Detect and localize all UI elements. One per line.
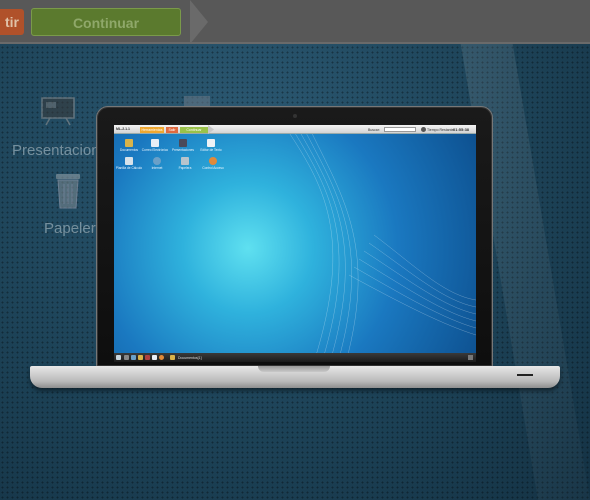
- taskbar-icon-5[interactable]: [152, 355, 157, 360]
- inner-exit-button[interactable]: Salir: [166, 126, 178, 133]
- background-top-bar: tir Continuar: [0, 0, 590, 44]
- laptop-camera: [293, 114, 297, 118]
- taskbar-icon-4[interactable]: [145, 355, 150, 360]
- desktop-icon-planilla[interactable]: Planilla de Cálculo: [114, 157, 144, 170]
- desktop-icon-papelera[interactable]: Papelera: [170, 157, 200, 170]
- inner-continue-button[interactable]: Continuar: [180, 126, 208, 133]
- laptop-base: [30, 366, 560, 388]
- laptop-screen: ML-2.1.1 Herramientas Salir Continuar Bu…: [114, 125, 476, 362]
- inner-brand: ML-2.1.1: [116, 127, 131, 131]
- inner-bar-arrow: [208, 125, 214, 134]
- laptop-lid: ML-2.1.1 Herramientas Salir Continuar Bu…: [96, 106, 493, 367]
- mail-icon: [151, 139, 159, 147]
- desktop-icon-editor[interactable]: Editor de Texto: [196, 139, 226, 152]
- desktop-icon-presentaciones[interactable]: Presentaciones: [168, 139, 198, 152]
- taskbar-icon-2[interactable]: [131, 355, 136, 360]
- taskbar-window-item[interactable]: Documentos[1]: [178, 356, 202, 360]
- desktop-icon-label: Internet: [151, 166, 163, 170]
- desktop-icon-correo[interactable]: Correo Electrónico: [140, 139, 170, 152]
- desktop-icon-label: Papelera: [178, 166, 192, 170]
- presentation-icon: [179, 139, 187, 147]
- laptop-notch: [258, 366, 330, 372]
- taskbar-icon-3[interactable]: [138, 355, 143, 360]
- desktop-icon-label: Editor de Texto: [200, 148, 222, 152]
- trash-bin-icon: [56, 174, 80, 209]
- inner-search-input[interactable]: [384, 126, 416, 132]
- start-icon[interactable]: [116, 355, 121, 360]
- desktop-icon-label: Presentaciones: [172, 148, 194, 152]
- globe-icon: [153, 157, 161, 165]
- inner-search-label: Buscar:: [368, 127, 380, 132]
- desktop-icon-label: Planilla de Cálculo: [115, 166, 143, 170]
- inner-top-bar: ML-2.1.1 Herramientas Salir Continuar Bu…: [114, 125, 476, 134]
- background-continue-button: Continuar: [31, 8, 181, 36]
- show-desktop-icon[interactable]: [468, 355, 473, 360]
- clock-icon: [421, 127, 426, 132]
- folder-icon: [125, 139, 133, 147]
- presentation-board-icon: [41, 97, 75, 126]
- access-control-icon: [209, 157, 217, 165]
- trash-icon: [181, 157, 189, 165]
- laptop-led: [517, 374, 533, 376]
- background-label-presentacion: Presentacion: [12, 142, 100, 159]
- inner-tools-button[interactable]: Herramientas: [140, 126, 164, 133]
- desktop-icon-internet[interactable]: Internet: [142, 157, 172, 170]
- inner-desktop: Documentos Correo Electrónico Presentaci…: [114, 137, 476, 347]
- taskbar-icon-6[interactable]: [159, 355, 164, 360]
- taskbar-folder-icon: [170, 355, 175, 360]
- desktop-icon-control-acceso[interactable]: Control Acceso: [198, 157, 228, 170]
- taskbar-icon-1[interactable]: [124, 355, 129, 360]
- desktop-icon-label: Control Acceso: [202, 166, 224, 170]
- spreadsheet-icon: [125, 157, 133, 165]
- text-editor-icon: [207, 139, 215, 147]
- background-bar-arrow: [190, 0, 208, 44]
- inner-taskbar: Documentos[1]: [114, 353, 476, 362]
- inner-time-value: 01:55:38: [453, 126, 470, 132]
- inner-time-label: Tiempo Restante:: [427, 127, 455, 132]
- desktop-icon-label: Correo Electrónico: [141, 148, 169, 152]
- background-exit-button: tir: [0, 9, 24, 35]
